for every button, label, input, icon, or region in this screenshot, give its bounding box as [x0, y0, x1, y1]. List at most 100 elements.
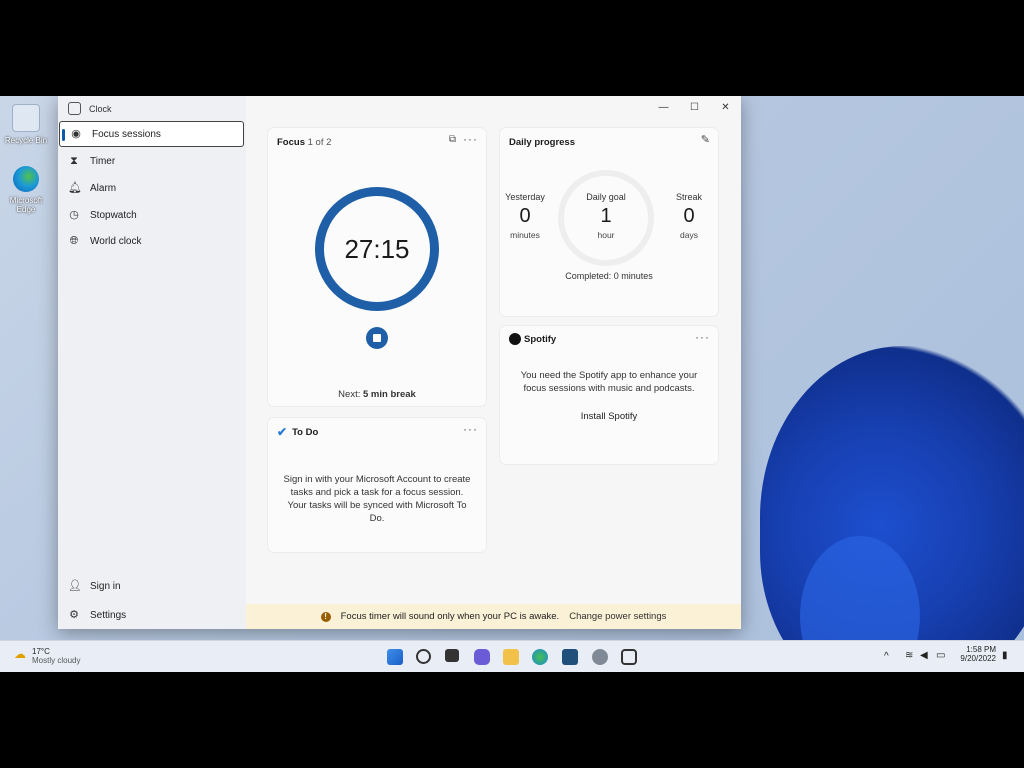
- install-spotify-label: Install Spotify: [580, 411, 638, 422]
- nav-item-stopwatch[interactable]: ◷ Stopwatch: [58, 202, 246, 228]
- nav-item-world-clock[interactable]: 🌐︎ World clock: [58, 228, 246, 254]
- nav-label: Focus sessions: [92, 128, 161, 140]
- yesterday-label: Yesterday: [505, 192, 545, 202]
- close-button[interactable]: ✕: [710, 96, 741, 118]
- stop-icon: [373, 334, 381, 342]
- focus-icon: ◉: [71, 128, 81, 140]
- clock-app-icon: [68, 102, 81, 115]
- nav-label: World clock: [90, 235, 142, 247]
- weather-temp: 17°C: [32, 647, 50, 656]
- notification-icon[interactable]: ▮: [1002, 650, 1008, 661]
- daily-progress-card: Daily progress ✎ Yesterday 0 minutes Dai…: [500, 128, 718, 316]
- clock-window: Clock ◉ Focus sessions ⧗ Timer 🔔︎ Alarm …: [58, 96, 741, 629]
- yesterday-unit: minutes: [510, 230, 540, 240]
- desktop-icon-recycle-bin[interactable]: Recycle Bin: [0, 104, 52, 145]
- spotify-message: You need the Spotify app to enhance your…: [520, 370, 698, 394]
- taskbar-date: 9/20/2022: [960, 654, 996, 663]
- spotify-logo-icon: [509, 333, 521, 345]
- battery-icon[interactable]: ▭: [936, 650, 945, 661]
- daily-progress-title: Daily progress: [509, 137, 575, 148]
- bell-icon: 🔔︎: [68, 182, 82, 194]
- recycle-bin-label: Recycle Bin: [4, 136, 48, 145]
- minimize-button[interactable]: —: [648, 96, 679, 118]
- app-title-bar: Clock: [68, 102, 112, 115]
- more-options-icon[interactable]: ···: [695, 330, 710, 344]
- change-power-settings-link[interactable]: Change power settings: [569, 611, 666, 622]
- focus-counter: 1 of 2: [307, 137, 332, 148]
- streak-value: 0: [683, 205, 695, 227]
- spotify-header: Spotify: [509, 333, 556, 345]
- edge-taskbar-icon[interactable]: [532, 649, 548, 665]
- completed-text: Completed: 0 minutes: [565, 271, 653, 281]
- nav-item-focus-sessions[interactable]: ◉ Focus sessions: [59, 121, 244, 147]
- todo-header: ✔ To Do: [277, 425, 318, 439]
- yesterday-stat: Yesterday 0 minutes: [500, 192, 550, 240]
- stop-button[interactable]: [366, 327, 388, 349]
- search-icon[interactable]: [416, 649, 431, 664]
- nav-label: Stopwatch: [90, 209, 137, 221]
- next-session: Next: 5 min break: [268, 389, 486, 400]
- todo-check-icon: ✔: [277, 425, 288, 439]
- chevron-up-icon[interactable]: ^: [884, 651, 889, 662]
- spotify-card: Spotify ··· You need the Spotify app to …: [500, 326, 718, 464]
- nav-label: Settings: [90, 609, 127, 621]
- stopwatch-icon: ◷: [69, 209, 79, 221]
- wifi-icon[interactable]: ≋: [905, 650, 913, 661]
- edit-icon[interactable]: ✎: [701, 133, 710, 146]
- nav-item-sign-in[interactable]: 👤︎ Sign in: [58, 573, 246, 599]
- clock-taskbar-icon[interactable]: [621, 649, 637, 665]
- streak-label: Streak: [675, 192, 702, 202]
- task-view-icon[interactable]: [445, 649, 459, 662]
- chat-icon[interactable]: [474, 649, 490, 665]
- more-options-icon[interactable]: ···: [463, 422, 478, 436]
- taskbar: ☁ 17°C Mostly cloudy ^ ≋ ◀ ▭ 1:58 PM 9/2…: [0, 640, 1024, 672]
- app-title: Clock: [89, 103, 112, 114]
- nav-item-settings[interactable]: ⚙ Settings: [58, 602, 246, 628]
- todo-message: Sign in with your Microsoft Account to c…: [283, 474, 471, 524]
- volume-icon[interactable]: ◀: [920, 650, 928, 661]
- streak-unit: days: [680, 230, 698, 240]
- weather-desc: Mostly cloudy: [32, 656, 81, 665]
- taskbar-time: 1:58 PM: [966, 645, 996, 654]
- main-content: — ☐ ✕ Focus 1 of 2 ⧉ ··· 27:15 Next: 5 m…: [246, 96, 741, 629]
- globe-icon: 🌐︎: [69, 235, 79, 247]
- focus-timer-value: 27:15: [344, 234, 410, 264]
- daily-goal-value: 1: [600, 205, 612, 227]
- focus-title: Focus: [277, 137, 305, 148]
- gear-icon: ⚙: [69, 609, 79, 621]
- hourglass-icon: ⧗: [70, 155, 78, 167]
- file-explorer-icon[interactable]: [503, 649, 519, 665]
- spotify-title: Spotify: [524, 333, 557, 345]
- next-value: 5 min break: [363, 389, 416, 400]
- install-spotify-button[interactable]: Install Spotify: [500, 411, 718, 422]
- banner-message: Focus timer will sound only when your PC…: [340, 611, 560, 622]
- desktop: Recycle Bin Microsoft Edge Clock ◉ Focus…: [0, 96, 1024, 672]
- edge-icon: [13, 166, 39, 192]
- yesterday-value: 0: [519, 205, 531, 227]
- recycle-bin-icon: [12, 104, 40, 132]
- focus-card: Focus 1 of 2 ⧉ ··· 27:15 Next: 5 min bre…: [268, 128, 486, 406]
- start-icon[interactable]: [387, 649, 403, 665]
- nav-item-timer[interactable]: ⧗ Timer: [58, 148, 246, 174]
- power-warning-banner: ! Focus timer will sound only when your …: [246, 604, 741, 629]
- desktop-icon-edge[interactable]: Microsoft Edge: [0, 166, 52, 214]
- more-options-icon[interactable]: ···: [463, 132, 478, 146]
- window-caption-buttons: — ☐ ✕: [648, 96, 741, 118]
- streak-stat: Streak 0 days: [664, 192, 714, 240]
- weather-widget[interactable]: ☁ 17°C Mostly cloudy: [14, 647, 80, 665]
- store-icon[interactable]: [562, 649, 578, 665]
- nav-label: Sign in: [90, 580, 121, 592]
- daily-goal-unit: hour: [597, 230, 615, 240]
- nav-item-alarm[interactable]: 🔔︎ Alarm: [58, 175, 246, 201]
- nav-label: Alarm: [90, 182, 117, 194]
- next-label: Next:: [338, 389, 361, 400]
- nav-label: Timer: [90, 155, 116, 167]
- taskbar-clock[interactable]: 1:58 PM 9/20/2022: [958, 645, 996, 663]
- compact-overlay-icon[interactable]: ⧉: [449, 134, 456, 145]
- warning-icon: !: [320, 611, 331, 622]
- maximize-button[interactable]: ☐: [679, 96, 710, 118]
- weather-icon: ☁: [14, 647, 26, 661]
- settings-taskbar-icon[interactable]: [592, 649, 608, 665]
- person-icon: 👤︎: [68, 580, 82, 592]
- daily-goal-label: Daily goal: [586, 192, 626, 202]
